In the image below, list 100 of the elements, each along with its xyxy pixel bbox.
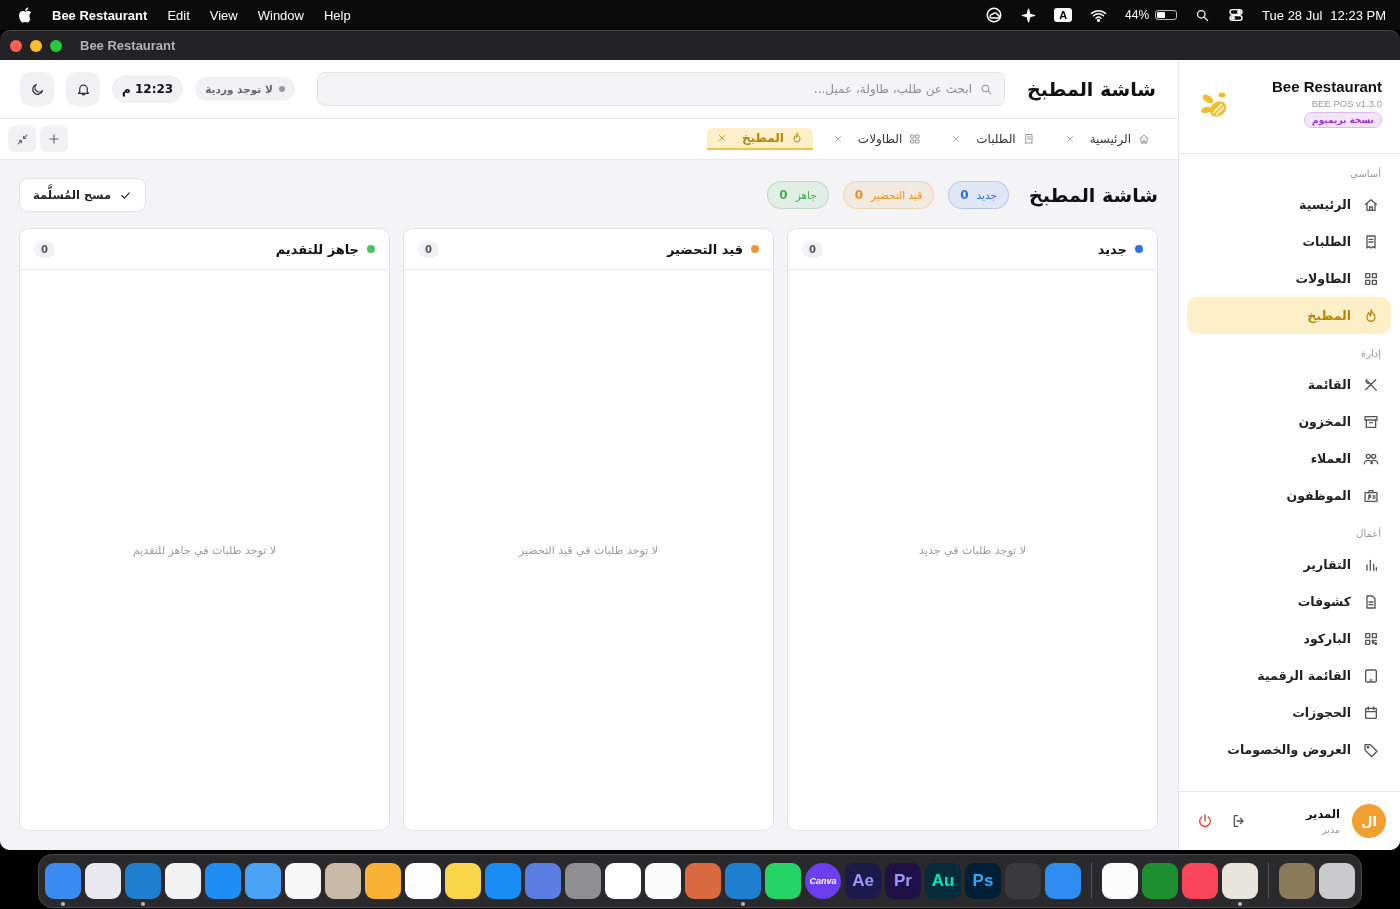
id-card-icon <box>1363 487 1379 504</box>
sidebar-item[interactable]: المخزون <box>1187 403 1391 440</box>
sidebar-item[interactable]: التقارير <box>1187 546 1391 583</box>
menu-bar-date[interactable]: Tue 28 Jul <box>1262 7 1323 23</box>
calendar-icon <box>1363 704 1379 721</box>
plus-icon <box>47 132 61 146</box>
dock-app-icon[interactable] <box>1102 863 1138 899</box>
close-icon <box>951 134 962 144</box>
version-label: BEE POS v1.3.0 <box>1311 98 1382 109</box>
search-icon <box>1195 7 1211 23</box>
dock-app-icon[interactable] <box>405 863 441 899</box>
dock-app-icon[interactable]: Ps <box>965 863 1001 899</box>
empty-message: لا توجد طلبات في جاهز للتقديم <box>133 543 276 557</box>
header-title: شاشة المطبخ <box>1027 78 1156 100</box>
bell-icon <box>75 81 91 97</box>
empty-message: لا توجد طلبات في جديد <box>919 543 1026 557</box>
dock-app-icon[interactable] <box>325 863 361 899</box>
zoom-window-button[interactable] <box>50 39 62 52</box>
tab[interactable]: الرئيسية <box>1054 128 1160 150</box>
toggles-icon <box>1228 7 1245 23</box>
dock-app-icon[interactable] <box>85 863 121 899</box>
sidebar-item[interactable]: الطلبات <box>1187 223 1391 260</box>
user-name: المدير <box>1305 807 1340 821</box>
user-avatar: ال <box>1352 804 1386 838</box>
box-icon <box>1363 413 1379 430</box>
battery-icon[interactable] <box>1155 10 1178 20</box>
cross-utensils-icon <box>1363 376 1379 393</box>
tab[interactable]: الطاولات <box>822 128 932 150</box>
dock-app-icon[interactable] <box>445 863 481 899</box>
minimize-window-button[interactable] <box>30 39 42 52</box>
dock-app-icon[interactable]: Canva <box>805 863 841 899</box>
close-icon <box>832 134 843 144</box>
house-icon <box>1138 133 1150 145</box>
sidebar-item[interactable]: الحجوزات <box>1187 694 1391 731</box>
flame-icon <box>1363 307 1379 324</box>
section-heading: أعمال <box>1355 526 1382 541</box>
dock-app-icon[interactable]: Pr <box>885 863 921 899</box>
count-badge: 0 <box>34 240 55 258</box>
flame-icon <box>790 132 803 144</box>
qr-code-icon <box>1363 630 1379 647</box>
new-tab-button[interactable] <box>40 126 68 152</box>
menu-item[interactable]: Edit <box>167 7 190 23</box>
cloud-icon <box>985 6 1004 24</box>
sidebar-item[interactable]: الرئيسية <box>1187 186 1391 223</box>
search-field[interactable]: ابحث عن طلب، طاولة، عميل... <box>316 72 1005 106</box>
section-heading: أساسي <box>1349 166 1382 182</box>
empty-message: لا توجد طلبات في قيد التحضير <box>519 543 658 557</box>
power-icon <box>1197 813 1213 829</box>
tablet-icon <box>1363 667 1379 684</box>
menu-bar-time[interactable]: 12:23 PM <box>1330 7 1386 23</box>
column-title: جديد <box>1097 241 1127 257</box>
sidebar-item[interactable]: الباركود <box>1187 620 1391 657</box>
sidebar-item[interactable]: الطاولات <box>1187 260 1391 297</box>
house-icon <box>1363 196 1379 213</box>
menu-item[interactable]: Help <box>324 7 351 23</box>
receipt-icon <box>1363 233 1379 250</box>
receipt-icon <box>1022 133 1035 145</box>
theme-toggle-button[interactable] <box>20 72 54 106</box>
plan-badge: نسخة بريميوم <box>1304 112 1382 128</box>
power-button[interactable] <box>1197 813 1213 829</box>
close-icon <box>1064 134 1075 144</box>
dock-app-icon[interactable]: Ae <box>845 863 881 899</box>
dock-app-icon[interactable] <box>645 863 681 899</box>
dock-app-icon[interactable] <box>1319 863 1355 899</box>
sidebar-item[interactable]: القائمة <box>1187 366 1391 403</box>
page-title: شاشة المطبخ <box>1029 184 1158 206</box>
shift-status: لا توجد وردية <box>195 77 295 101</box>
sidebar-item[interactable]: العملاء <box>1187 440 1391 477</box>
grid-icon <box>909 133 922 145</box>
clear-delivered-button[interactable]: مسح المُسلَّمة <box>19 178 147 212</box>
column-title: جاهز للتقديم <box>275 241 359 257</box>
dock-app-icon[interactable] <box>365 863 401 899</box>
sparkle-icon <box>1021 7 1037 23</box>
input-source-badge[interactable]: A <box>1054 8 1073 22</box>
sidebar-item[interactable]: القائمة الرقمية <box>1187 657 1391 694</box>
close-icon <box>716 133 727 143</box>
tag-icon <box>1363 741 1379 758</box>
menu-item[interactable]: Window <box>257 7 304 23</box>
section-heading: إدارة <box>1359 347 1382 362</box>
document-icon <box>1363 593 1379 610</box>
brand-name: Bee Restaurant <box>1271 78 1382 95</box>
moon-icon <box>29 81 45 97</box>
count-badge: 0 <box>802 240 823 258</box>
collapse-button[interactable] <box>8 126 36 152</box>
menu-item[interactable]: View <box>209 7 238 23</box>
app-menu[interactable]: Bee Restaurant <box>52 7 148 23</box>
notifications-button[interactable] <box>66 72 100 106</box>
sidebar-item[interactable]: الموظفون <box>1187 477 1391 514</box>
sidebar-item[interactable]: كشوفات <box>1187 583 1391 620</box>
dock-app-icon[interactable] <box>165 863 201 899</box>
sidebar-item[interactable]: العروض والخصومات <box>1187 731 1391 768</box>
column-title: قيد التحضير <box>666 241 743 257</box>
dock-app-icon[interactable] <box>765 863 801 899</box>
dock-app-icon[interactable] <box>285 863 321 899</box>
dock-app-icon[interactable] <box>1222 863 1258 899</box>
tab[interactable]: الطلبات <box>941 128 1045 150</box>
apple-logo-icon[interactable] <box>18 7 32 23</box>
dock-app-icon[interactable]: Au <box>925 863 961 899</box>
dock-app-icon[interactable] <box>605 863 641 899</box>
close-window-button[interactable] <box>10 39 22 52</box>
